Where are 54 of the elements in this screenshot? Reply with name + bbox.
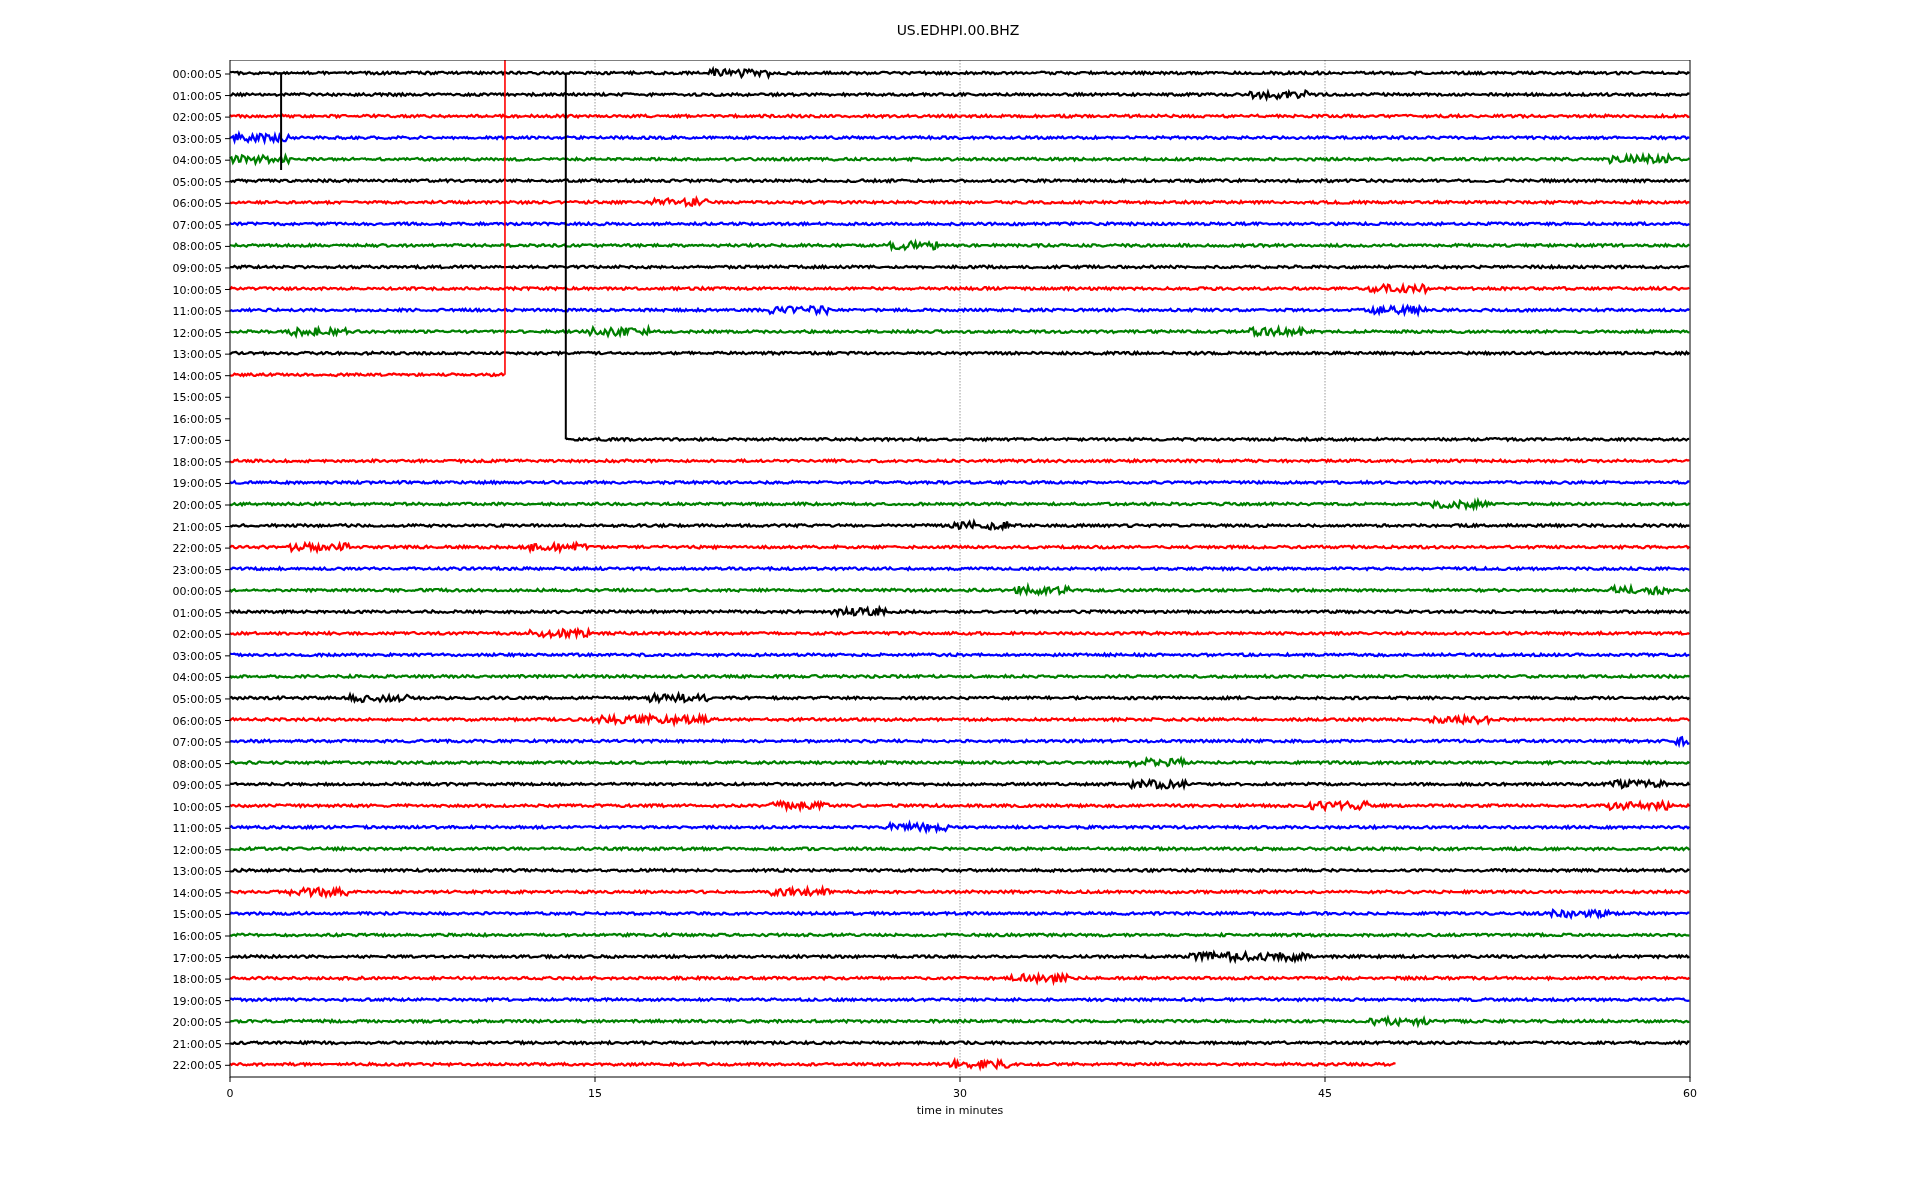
time-label: 04:00:05	[172, 671, 222, 685]
axis-label: time in minutes	[916, 1104, 1004, 1117]
axis-tick-label: 0	[226, 1087, 234, 1100]
time-label: 02:00:05	[172, 111, 222, 125]
time-label: 22:00:05	[172, 1059, 222, 1073]
time-label: 13:00:05	[172, 865, 222, 879]
time-label: 15:00:05	[172, 908, 222, 922]
time-label: 08:00:05	[172, 757, 222, 771]
time-label: 00:00:05	[172, 585, 222, 599]
time-label: 19:00:05	[172, 994, 222, 1008]
time-label: 21:00:05	[172, 520, 222, 534]
time-label: 10:00:05	[172, 283, 222, 297]
plot-title: US.EDHPI.00.BHZ	[896, 22, 1020, 38]
time-label: 02:00:05	[172, 628, 222, 642]
time-label: 06:00:05	[172, 714, 222, 728]
time-label: 15:00:05	[172, 391, 222, 405]
time-label: 13:00:05	[172, 348, 222, 362]
time-label: 04:00:05	[172, 154, 222, 168]
time-label: 18:00:05	[172, 455, 222, 469]
time-label: 03:00:05	[172, 649, 222, 663]
axis-tick-label: 60	[1683, 1087, 1697, 1100]
time-label: 12:00:05	[172, 326, 222, 340]
time-label: 05:00:05	[172, 692, 222, 706]
time-label: 00:00:05	[172, 68, 222, 81]
time-label: 08:00:05	[172, 240, 222, 254]
time-label: 19:00:05	[172, 477, 222, 491]
time-label: 10:00:05	[172, 800, 222, 814]
axis-tick-label: 30	[953, 1087, 967, 1100]
time-label: 20:00:05	[172, 1016, 222, 1030]
time-label: 21:00:05	[172, 1037, 222, 1051]
time-label: 17:00:05	[172, 951, 222, 965]
axis-tick-label: 45	[1318, 1087, 1332, 1100]
time-label: 22:00:05	[172, 542, 222, 556]
time-label: 23:00:05	[172, 563, 222, 577]
time-label: 07:00:05	[172, 736, 222, 750]
time-label: 16:00:05	[172, 930, 222, 943]
time-label: 09:00:05	[172, 261, 222, 275]
time-label: 14:00:05	[172, 369, 222, 383]
time-label: 07:00:05	[172, 218, 222, 232]
time-label: 05:00:05	[172, 175, 222, 189]
time-label: 06:00:05	[172, 197, 222, 211]
time-label: 20:00:05	[172, 499, 222, 512]
time-label: 16:00:05	[172, 412, 222, 426]
time-label: 01:00:05	[172, 606, 222, 620]
time-label: 18:00:05	[172, 973, 222, 987]
time-label: 01:00:05	[172, 89, 222, 103]
time-label: 09:00:05	[172, 779, 222, 793]
time-label: 03:00:05	[172, 132, 222, 146]
axis-tick-label: 15	[588, 1087, 602, 1100]
time-label: 14:00:05	[172, 886, 222, 900]
time-label: 17:00:05	[172, 434, 222, 448]
time-label: 11:00:05	[172, 305, 222, 319]
time-label: 11:00:05	[172, 822, 222, 836]
time-label: 12:00:05	[172, 843, 222, 857]
